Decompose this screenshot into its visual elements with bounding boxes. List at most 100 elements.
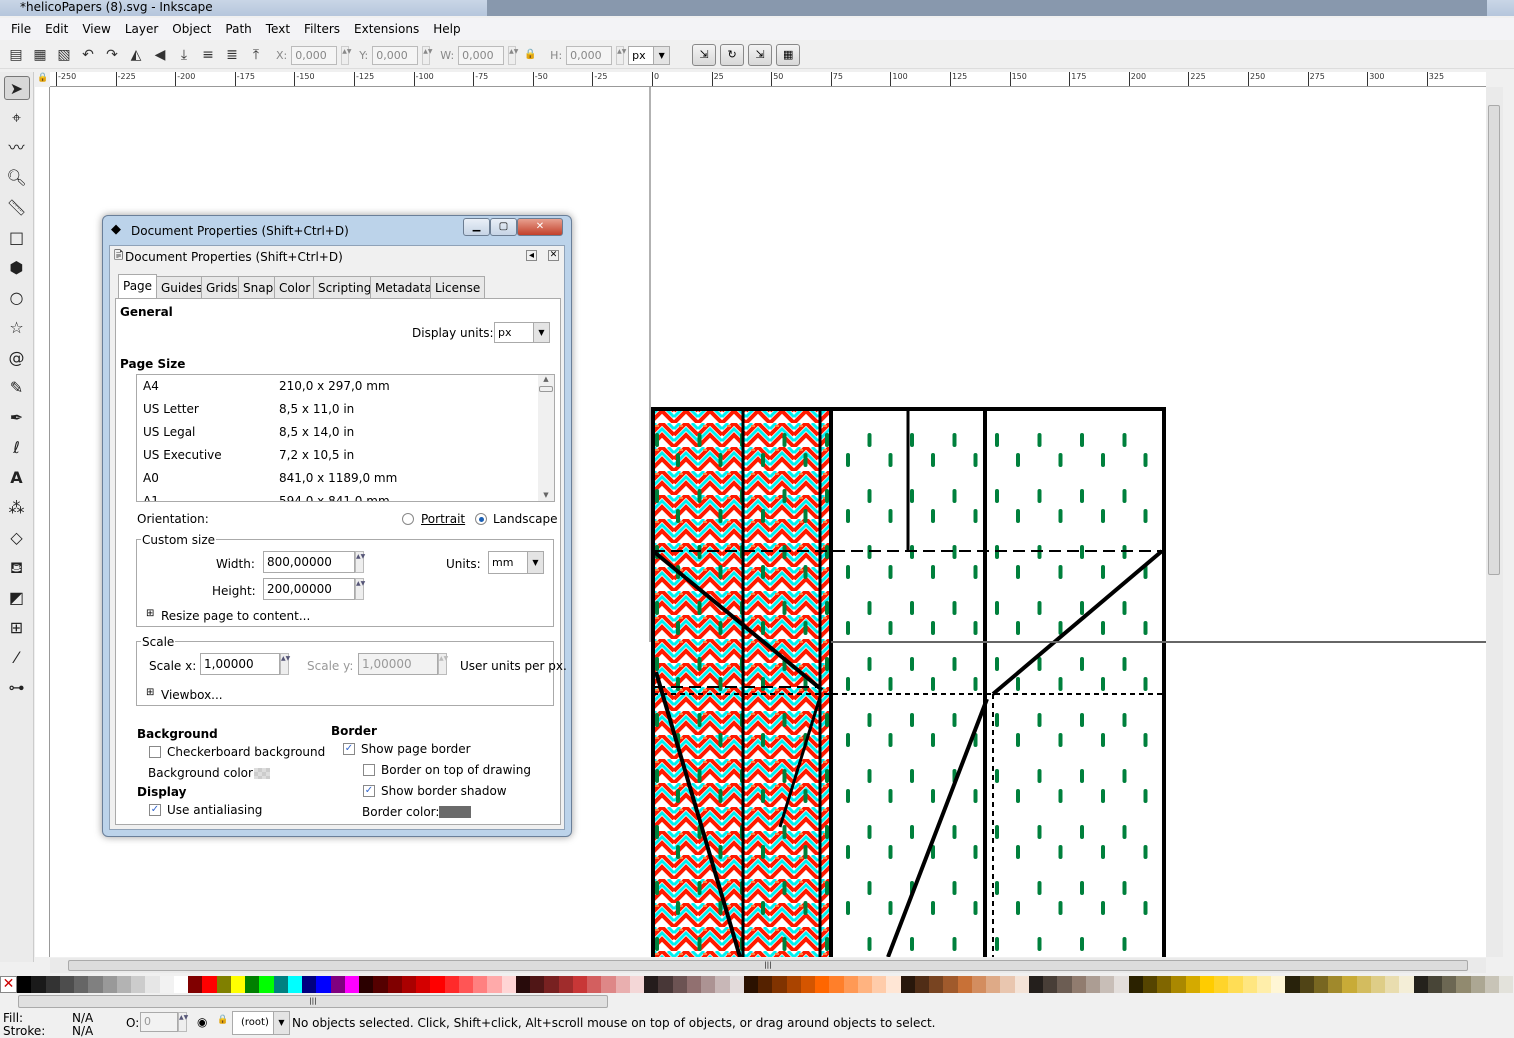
color-swatch[interactable] (444, 976, 459, 993)
color-swatch[interactable] (558, 976, 573, 993)
color-swatch[interactable] (843, 976, 858, 993)
tab-color[interactable]: Color (274, 276, 316, 298)
color-swatch[interactable] (515, 976, 530, 993)
color-swatch[interactable] (886, 976, 901, 993)
color-swatch[interactable] (330, 976, 345, 993)
node-tool-icon[interactable]: ⌖ (4, 106, 30, 130)
color-swatch[interactable] (1313, 976, 1328, 993)
color-swatch[interactable] (344, 976, 359, 993)
color-swatch[interactable] (743, 976, 758, 993)
scale-x-spinner[interactable]: ▲▼ (280, 653, 290, 675)
color-swatch[interactable] (216, 976, 231, 993)
color-swatch[interactable] (1242, 976, 1257, 993)
color-swatch[interactable] (601, 976, 616, 993)
color-swatch[interactable] (45, 976, 60, 993)
zoom-tool-icon[interactable]: 🔍︎ (4, 166, 30, 190)
color-swatch[interactable] (1043, 976, 1058, 993)
color-swatch[interactable] (758, 976, 773, 993)
tab-page[interactable]: Page (118, 274, 158, 298)
tab-grids[interactable]: Grids (201, 276, 243, 298)
color-swatch[interactable] (401, 976, 416, 993)
color-swatch[interactable] (473, 976, 488, 993)
lower-icon[interactable]: ≡ (198, 45, 218, 65)
checkerboard-label[interactable]: Checkerboard background (167, 745, 325, 759)
bucket-tool-icon[interactable]: ⛾ (4, 556, 30, 580)
color-swatch[interactable] (302, 976, 317, 993)
rotate-ccw-icon[interactable]: ↶ (78, 45, 98, 65)
page-size-scrollbar[interactable]: ▲ ▼ (538, 375, 554, 501)
border-shadow-label[interactable]: Show border shadow (381, 784, 507, 798)
color-swatch[interactable] (1185, 976, 1200, 993)
color-swatch[interactable] (1199, 976, 1214, 993)
color-swatch[interactable] (1356, 976, 1371, 993)
horizontal-scroll-thumb[interactable]: ||| (68, 960, 1468, 971)
tweak-tool-icon[interactable]: 〰 (4, 136, 30, 160)
color-swatch[interactable] (900, 976, 915, 993)
spiral-tool-icon[interactable]: @ (4, 346, 30, 370)
color-swatch[interactable] (316, 976, 331, 993)
ellipse-tool-icon[interactable]: ○ (4, 286, 30, 310)
color-swatch[interactable] (1484, 976, 1499, 993)
calligraphy-tool-icon[interactable]: ℓ (4, 436, 30, 460)
color-swatch[interactable] (1427, 976, 1442, 993)
color-swatch[interactable] (59, 976, 74, 993)
expand-icon[interactable]: ⊞ (146, 687, 154, 698)
dock-iconify-icon[interactable]: ◂ (526, 250, 537, 261)
color-swatch[interactable] (1456, 976, 1471, 993)
vertical-scrollbar[interactable] (1486, 87, 1503, 957)
ruler-lock-icon[interactable]: 🔒 (37, 73, 48, 83)
color-swatch[interactable] (1413, 976, 1428, 993)
layer-select[interactable]: (root) ▼ (232, 1011, 290, 1035)
color-swatch[interactable] (1000, 976, 1015, 993)
color-swatch[interactable] (715, 976, 730, 993)
color-swatch[interactable] (1385, 976, 1400, 993)
raise-icon[interactable]: ≣ (222, 45, 242, 65)
viewbox-expander[interactable]: Viewbox... (161, 688, 223, 702)
color-swatch[interactable] (615, 976, 630, 993)
color-swatch[interactable] (544, 976, 559, 993)
color-swatch[interactable] (1328, 976, 1343, 993)
opacity-input[interactable]: 0 (140, 1012, 178, 1032)
border-color-swatch[interactable] (439, 806, 471, 818)
resize-to-content-expander[interactable]: Resize page to content... (161, 609, 310, 623)
w-spinner[interactable]: ▲▼ (508, 45, 518, 65)
color-swatch[interactable] (287, 976, 302, 993)
height-input[interactable]: 200,00000 (263, 578, 355, 600)
pen-tool-icon[interactable]: ✒ (4, 406, 30, 430)
color-swatch[interactable] (1370, 976, 1385, 993)
color-swatch[interactable] (202, 976, 217, 993)
color-swatch[interactable] (501, 976, 516, 993)
color-swatch[interactable] (416, 976, 431, 993)
color-swatch[interactable] (487, 976, 502, 993)
color-swatch[interactable] (1285, 976, 1300, 993)
border-on-top-checkbox[interactable] (363, 764, 375, 776)
color-swatch[interactable] (1100, 976, 1115, 993)
color-swatch[interactable] (173, 976, 188, 993)
show-border-label[interactable]: Show page border (361, 742, 471, 756)
color-swatch[interactable] (1342, 976, 1357, 993)
h-spinner[interactable]: ▲▼ (616, 45, 626, 65)
text-tool-icon[interactable]: A (4, 466, 30, 490)
scale-corners-toggle[interactable]: ↻ (720, 44, 745, 66)
color-swatch[interactable] (971, 976, 986, 993)
color-swatch[interactable] (31, 976, 46, 993)
border-on-top-label[interactable]: Border on top of drawing (381, 763, 531, 777)
color-swatch[interactable] (644, 976, 659, 993)
display-units-select[interactable]: px ▼ (494, 322, 550, 343)
palette-scrollbar[interactable]: ||| (18, 995, 608, 1008)
color-swatch[interactable] (629, 976, 644, 993)
select-all-layers-icon[interactable]: ▦ (30, 45, 50, 65)
color-swatch[interactable] (957, 976, 972, 993)
height-spinner[interactable]: ▲▼ (355, 578, 365, 600)
measure-tool-icon[interactable]: 📏︎ (4, 196, 30, 220)
color-swatch[interactable] (872, 976, 887, 993)
selector-tool-icon[interactable]: ➤ (3, 76, 30, 100)
color-swatch[interactable] (1399, 976, 1414, 993)
horizontal-scrollbar[interactable]: ||| (50, 958, 1486, 973)
color-swatch[interactable] (530, 976, 545, 993)
color-swatch[interactable] (359, 976, 374, 993)
color-swatch[interactable] (387, 976, 402, 993)
gradient-tool-icon[interactable]: ◩ (4, 586, 30, 610)
color-swatch[interactable] (259, 976, 274, 993)
page-size-row[interactable]: A0 841,0 x 1189,0 mm (137, 471, 537, 491)
